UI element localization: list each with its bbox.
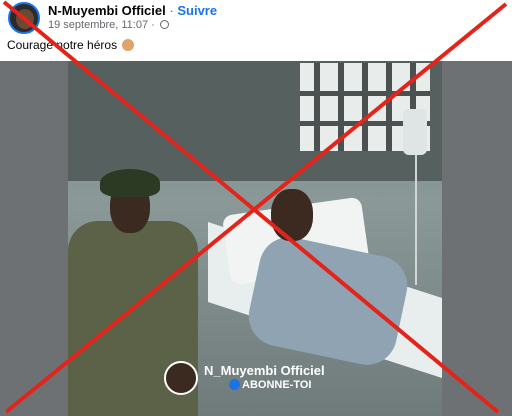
page-avatar[interactable] (8, 2, 40, 34)
photo-soldier-beret (100, 169, 160, 197)
window-bar (386, 63, 392, 151)
post-photo-container[interactable]: N_Muyembi Officiel ABONNE-TOI (0, 61, 512, 416)
watermark-name: N_Muyembi Officiel (204, 363, 325, 378)
post-caption: Courage notre héros (7, 38, 135, 52)
photo-patient-head (271, 189, 313, 241)
window-bar (362, 63, 368, 151)
follow-button[interactable]: Suivre (177, 3, 217, 18)
post-timestamp[interactable]: 19 septembre, 11:07 (48, 19, 148, 31)
page-name-link[interactable]: N-Muyembi Officiel (48, 3, 166, 18)
globe-icon (159, 20, 169, 29)
avatar-face (16, 9, 34, 29)
window-crossbar (300, 91, 430, 96)
window-bar (314, 63, 320, 151)
window-bar (338, 63, 344, 151)
bowl-emoji-icon (122, 39, 135, 51)
post-photo[interactable]: N_Muyembi Officiel ABONNE-TOI (68, 61, 442, 416)
photo-patient (243, 231, 413, 371)
photo-iv-line (415, 155, 417, 285)
post-header: N-Muyembi Officiel · Suivre 19 septembre… (0, 0, 512, 60)
photo-iv-bag (403, 109, 427, 155)
watermark-cta-wrap: ABONNE-TOI (228, 379, 311, 391)
caption-text: Courage notre héros (7, 38, 118, 52)
watermark-avatar (164, 361, 198, 395)
post-author-line: N-Muyembi Officiel · Suivre (48, 3, 217, 18)
name-separator: · (169, 3, 174, 18)
post-meta: 19 septembre, 11:07 · (48, 19, 169, 31)
watermark-cta: ABONNE-TOI (242, 379, 312, 391)
meta-separator: · (151, 19, 155, 31)
